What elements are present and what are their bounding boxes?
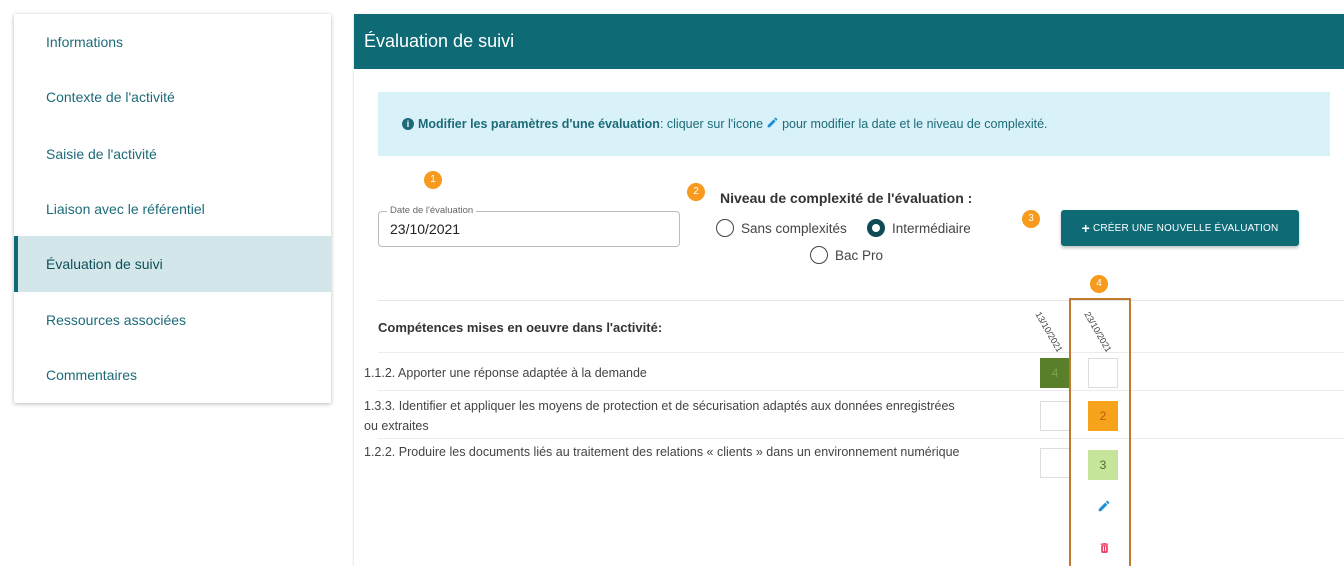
radio-label: Intermédiaire: [892, 220, 971, 236]
pencil-icon: [766, 116, 779, 132]
sidebar-item-ressources[interactable]: Ressources associées: [14, 292, 331, 348]
sidebar-item-saisie[interactable]: Saisie de l'activité: [14, 126, 331, 182]
info-icon: i: [402, 118, 414, 130]
radio-circle: [716, 219, 734, 237]
evaluation-date-field[interactable]: Date de l'évaluation 23/10/2021: [378, 205, 680, 247]
sidebar-item-informations[interactable]: Informations: [14, 14, 331, 70]
sidebar-item-liaison[interactable]: Liaison avec le référentiel: [14, 181, 331, 237]
radio-bac-pro[interactable]: Bac Pro: [810, 246, 883, 264]
competence-row-2: 1.3.3. Identifier et appliquer les moyen…: [364, 399, 955, 433]
niveau-title: Niveau de complexité de l'évaluation :: [720, 190, 973, 206]
radio-intermediaire[interactable]: Intermédiaire: [867, 219, 971, 237]
step-badge-4: 4: [1090, 275, 1108, 293]
sidebar-item-evaluation[interactable]: Évaluation de suivi: [14, 236, 331, 292]
panel-header: Évaluation de suivi: [354, 14, 1344, 69]
row-divider: [378, 390, 1344, 391]
step-badge-3: 3: [1022, 210, 1040, 228]
sidebar-item-label: Liaison avec le référentiel: [46, 201, 205, 217]
column-date-1: 13/10/2021: [1033, 310, 1065, 355]
plus-icon: +: [1081, 220, 1090, 236]
step-badge-2: 2: [687, 183, 705, 201]
radio-circle: [810, 246, 828, 264]
divider: [378, 300, 1344, 301]
competence-row-1: 1.1.2. Apporter une réponse adaptée à la…: [364, 366, 647, 380]
page-title: Évaluation de suivi: [364, 31, 515, 51]
info-text-after: pour modifier la date et le niveau de co…: [782, 117, 1048, 131]
highlighted-evaluation-column: [1069, 298, 1131, 566]
row-divider: [378, 352, 1344, 353]
sidebar-item-label: Évaluation de suivi: [46, 256, 163, 272]
sidebar-item-label: Saisie de l'activité: [46, 146, 157, 162]
sidebar-nav: Informations Contexte de l'activité Sais…: [14, 14, 331, 403]
score-cell[interactable]: 4: [1040, 358, 1070, 388]
step-badge-1: 1: [424, 171, 442, 189]
create-evaluation-button[interactable]: + CRÉER UNE NOUVELLE ÉVALUATION: [1061, 210, 1299, 246]
sidebar-item-label: Contexte de l'activité: [46, 89, 175, 105]
score-cell[interactable]: [1040, 401, 1070, 431]
sidebar-item-label: Ressources associées: [46, 312, 187, 328]
score-cell[interactable]: [1040, 448, 1070, 478]
sidebar-item-label: Informations: [46, 34, 124, 50]
radio-sans-complexites[interactable]: Sans complexités: [716, 219, 847, 237]
sidebar-item-contexte[interactable]: Contexte de l'activité: [14, 69, 331, 125]
sidebar-item-label: Commentaires: [46, 367, 138, 383]
radio-label: Sans complexités: [741, 220, 847, 236]
row-divider: [378, 438, 1344, 439]
date-field-value: 23/10/2021: [390, 221, 461, 237]
info-bold-text: Modifier les paramètres d'une évaluation: [418, 117, 660, 131]
info-banner: i Modifier les paramètres d'une évaluati…: [378, 92, 1330, 156]
competences-header: Compétences mises en oeuvre dans l'activ…: [378, 320, 663, 335]
sidebar-item-commentaires[interactable]: Commentaires: [14, 347, 331, 403]
radio-label: Bac Pro: [835, 247, 884, 263]
info-text-before: : cliquer sur l'icone: [659, 117, 764, 131]
competence-row-3: 1.2.2. Produire les documents liés au tr…: [364, 445, 960, 459]
date-field-label: Date de l'évaluation: [387, 205, 477, 216]
main-panel: Évaluation de suivi i Modifier les param…: [354, 14, 1344, 566]
create-button-label: CRÉER UNE NOUVELLE ÉVALUATION: [1092, 222, 1279, 234]
radio-circle-checked: [867, 219, 885, 237]
